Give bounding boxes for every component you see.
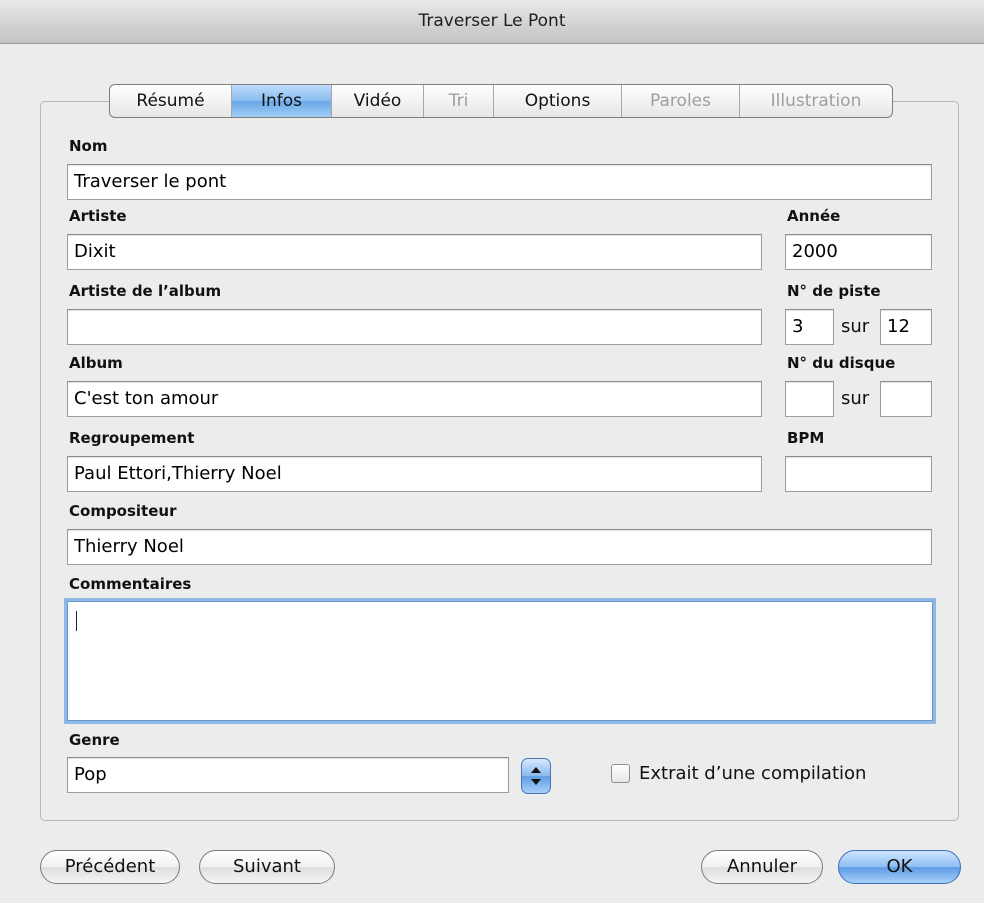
genre-label: Genre — [69, 731, 120, 749]
track-of-label: sur — [841, 316, 870, 337]
comments-textarea[interactable] — [67, 601, 933, 721]
name-field[interactable]: Traverser le pont — [67, 164, 932, 200]
comments-label: Commentaires — [69, 575, 192, 593]
window-titlebar: Traverser Le Pont — [0, 0, 984, 44]
track-number-label: N° de piste — [787, 282, 881, 300]
album-field[interactable]: C'est ton amour — [67, 381, 762, 417]
artist-label: Artiste — [69, 207, 127, 225]
year-label: Année — [787, 207, 841, 225]
previous-button[interactable]: Précédent — [40, 850, 180, 884]
tab-options[interactable]: Options — [494, 85, 622, 117]
tab-illustration: Illustration — [770, 91, 862, 111]
track-total-field[interactable]: 12 — [880, 309, 932, 345]
compilation-label[interactable]: Extrait d’une compilation — [639, 763, 866, 784]
grouping-field[interactable]: Paul Ettori,Thierry Noel — [67, 456, 762, 492]
album-artist-label: Artiste de l’album — [69, 282, 222, 300]
album-label: Album — [69, 354, 123, 372]
composer-field[interactable]: Thierry Noel — [67, 529, 932, 565]
bpm-label: BPM — [787, 429, 825, 447]
artist-field[interactable]: Dixit — [67, 234, 762, 270]
album-artist-field[interactable] — [67, 309, 762, 345]
compilation-checkbox[interactable] — [611, 764, 630, 783]
tab-bar: Résumé Infos Vidéo Tri Options Paroles I… — [109, 84, 893, 118]
window-title: Traverser Le Pont — [418, 11, 566, 31]
next-button[interactable]: Suivant — [199, 850, 335, 884]
disc-of-label: sur — [841, 388, 870, 409]
bpm-field[interactable] — [785, 456, 932, 492]
tab-tri: Tri — [424, 85, 494, 117]
year-field[interactable]: 2000 — [785, 234, 932, 270]
disc-number-label: N° du disque — [787, 354, 896, 372]
arrow-up-icon — [531, 767, 541, 773]
text-caret — [76, 611, 77, 631]
genre-dropdown-button[interactable] — [521, 758, 551, 794]
tab-infos[interactable]: Infos — [232, 85, 332, 117]
composer-label: Compositeur — [69, 502, 177, 520]
tab-video[interactable]: Vidéo — [332, 85, 424, 117]
cancel-button[interactable]: Annuler — [701, 850, 823, 884]
ok-button[interactable]: OK — [838, 850, 961, 884]
disc-total-field[interactable] — [880, 381, 932, 417]
tab-resume[interactable]: Résumé — [110, 85, 232, 117]
track-number-field[interactable]: 3 — [785, 309, 834, 345]
disc-number-field[interactable] — [785, 381, 834, 417]
name-label: Nom — [69, 137, 108, 155]
arrow-down-icon — [531, 779, 541, 785]
tab-paroles: Paroles — [622, 85, 740, 117]
grouping-label: Regroupement — [69, 429, 195, 447]
genre-field[interactable]: Pop — [67, 757, 509, 793]
